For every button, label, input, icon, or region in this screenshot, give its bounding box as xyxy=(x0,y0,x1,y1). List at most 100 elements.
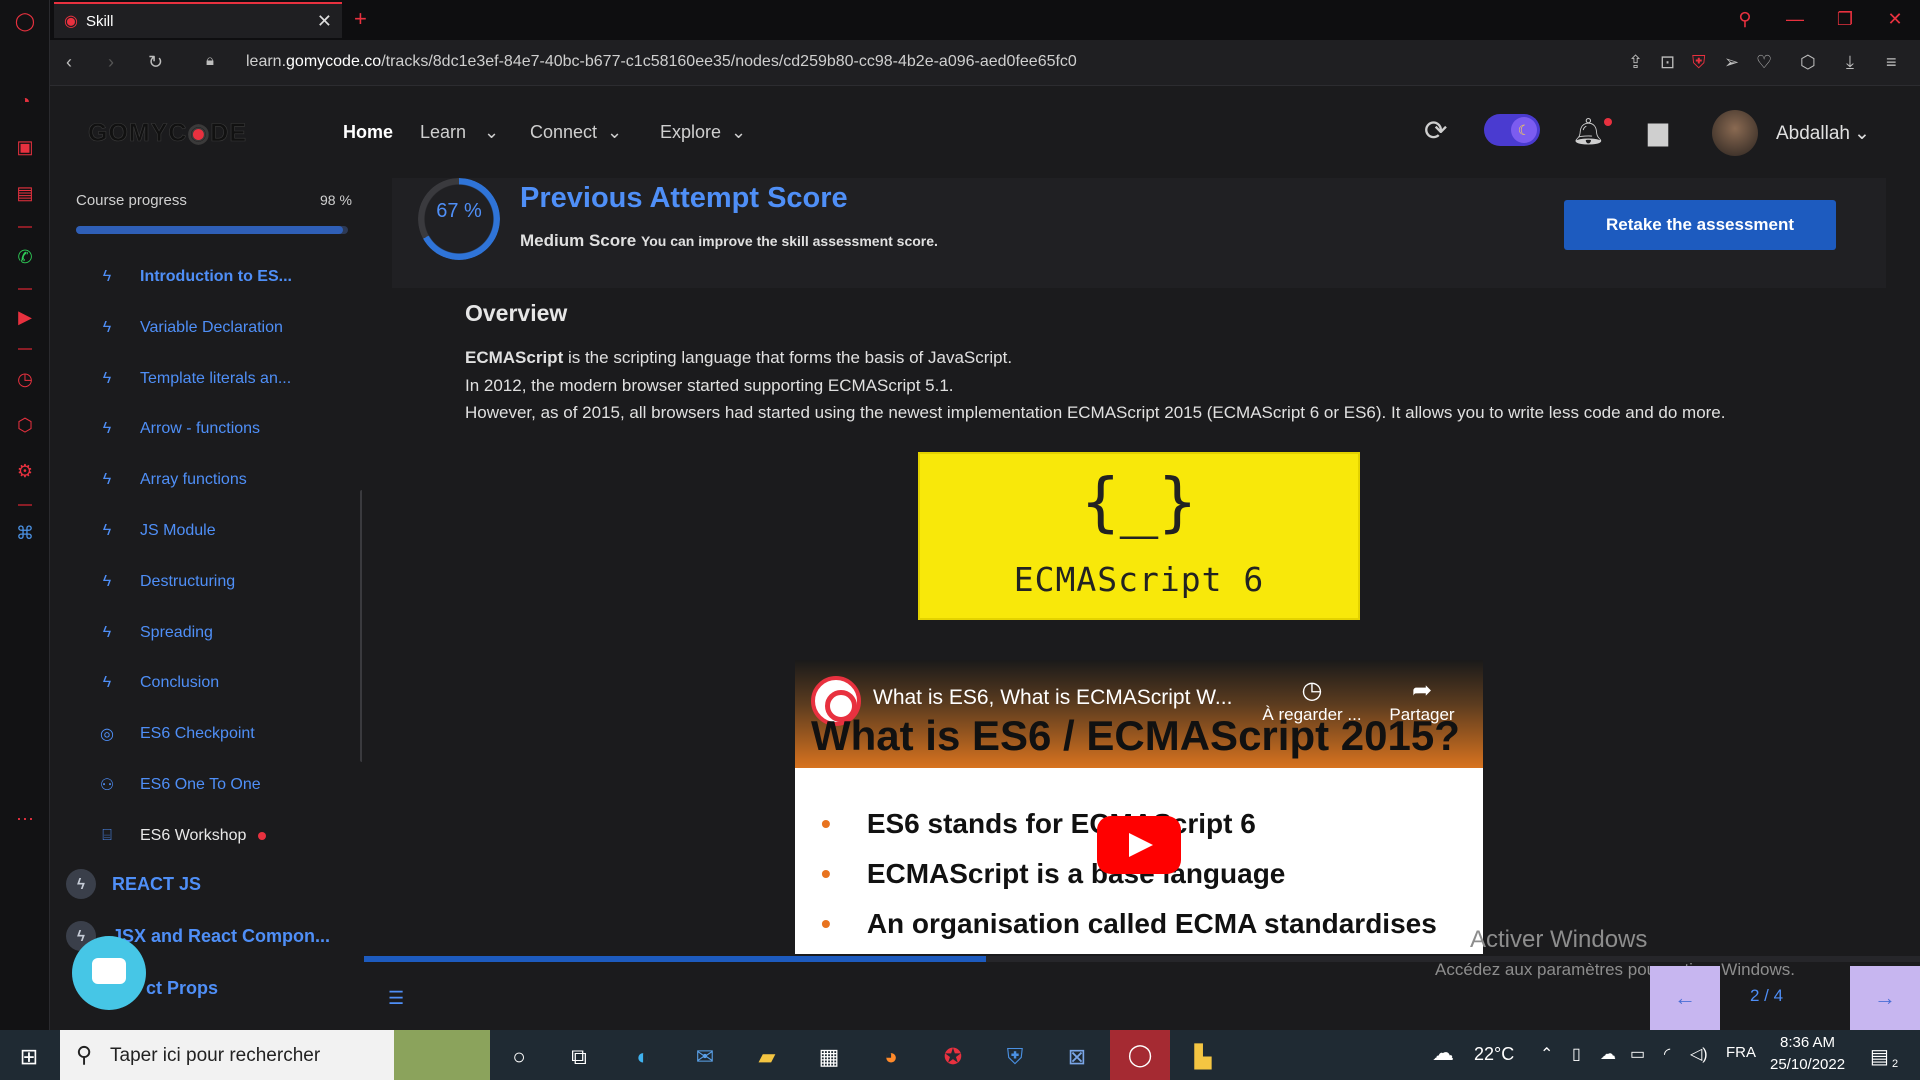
player-icon[interactable]: ▶ xyxy=(12,304,38,330)
sidebar-lesson[interactable]: ϟ Template literals an... xyxy=(96,361,336,397)
translate-icon[interactable]: ⌘ xyxy=(12,520,38,546)
edge-icon[interactable]: ◐ xyxy=(626,1040,660,1074)
weather-temp[interactable]: 22°C xyxy=(1474,1044,1514,1065)
volume-icon[interactable]: ◁) xyxy=(1690,1044,1708,1064)
clock-time[interactable]: 8:36 AM xyxy=(1780,1034,1835,1051)
weather-icon[interactable]: ☁ xyxy=(1432,1040,1454,1066)
notifications-icon[interactable]: ▤ xyxy=(1870,1044,1889,1069)
sidebar-lesson[interactable]: ⚇ ES6 One To One xyxy=(96,767,336,803)
reload-icon[interactable]: ↻ xyxy=(148,52,163,73)
onedrive-icon[interactable]: ☁ xyxy=(1600,1044,1616,1064)
watch-later-button[interactable]: ◷ À regarder ... xyxy=(1257,676,1367,725)
watch-later-label: À regarder ... xyxy=(1262,705,1362,724)
next-page-button[interactable]: → xyxy=(1850,966,1920,1030)
tray-chevron-icon[interactable]: ⌃ xyxy=(1540,1044,1553,1064)
url-field[interactable]: learn.gomycode.co/tracks/8dc1e3ef-84e7-4… xyxy=(246,53,1077,71)
file-explorer-icon[interactable]: ▰ xyxy=(750,1040,784,1074)
share-icon[interactable]: ⇪ xyxy=(1628,52,1643,73)
new-tab-icon[interactable]: + xyxy=(354,6,367,32)
mail-icon[interactable]: ✉ xyxy=(688,1040,722,1074)
retake-assessment-button[interactable]: Retake the assessment xyxy=(1564,200,1836,250)
nav-explore[interactable]: Explore ⌄ xyxy=(660,122,746,143)
store-icon[interactable]: ▦ xyxy=(812,1040,846,1074)
easy-setup-icon[interactable]: ≡ xyxy=(1886,52,1897,73)
minimize-icon[interactable]: — xyxy=(1780,6,1810,32)
close-window-icon[interactable]: ✕ xyxy=(1880,6,1910,32)
overview-line-3: However, as of 2015, all browsers had st… xyxy=(465,403,1726,422)
whatsapp-icon[interactable]: ✆ xyxy=(12,244,38,270)
image-label: ECMAScript 6 xyxy=(1013,560,1265,599)
extensions-icon[interactable]: ⬡ xyxy=(1800,52,1816,73)
more-icon[interactable]: ⋯ xyxy=(12,806,38,832)
sidebar-lesson[interactable]: ϟ JS Module xyxy=(96,513,336,549)
task-view-icon[interactable]: ⧉ xyxy=(562,1040,596,1074)
speed-dial-icon[interactable]: ◔ xyxy=(12,88,38,114)
app-icon[interactable]: ⊠ xyxy=(1060,1040,1094,1074)
overview-line-1: ECMAScript is the scripting language tha… xyxy=(465,348,1012,368)
windows-start-icon[interactable]: ⊞ xyxy=(12,1040,46,1074)
taskbar-search[interactable]: ⚲ Taper ici pour rechercher xyxy=(60,1030,490,1080)
game-app-icon[interactable]: ✪ xyxy=(936,1040,970,1074)
sidebar-lesson[interactable]: ϟ Conclusion xyxy=(96,665,336,701)
firefox-icon[interactable]: ◕ xyxy=(874,1040,908,1074)
table-of-contents-icon[interactable]: ☰ xyxy=(388,988,404,1009)
avatar[interactable] xyxy=(1712,110,1758,156)
chat-widget-button[interactable] xyxy=(72,936,146,1010)
user-menu[interactable]: Abdallah ⌄ xyxy=(1776,122,1870,145)
sidebar-lesson[interactable]: ϟ Spreading xyxy=(96,615,336,651)
clock-date[interactable]: 25/10/2022 xyxy=(1770,1056,1845,1073)
history-icon[interactable]: ◷ xyxy=(12,366,38,392)
nav-learn[interactable]: Learn ⌄ xyxy=(420,122,499,143)
tray-device-icon[interactable]: ▯ xyxy=(1572,1044,1581,1064)
search-tabs-icon[interactable]: ⚲ xyxy=(1730,6,1760,32)
close-tab-icon[interactable]: ✕ xyxy=(317,11,332,32)
share-button[interactable]: ➦ Partager xyxy=(1367,676,1477,725)
send-icon[interactable]: ➢ xyxy=(1724,52,1739,73)
nav-home[interactable]: Home xyxy=(343,122,393,143)
camera-icon[interactable]: ⊡ xyxy=(1660,52,1675,73)
sidebar-lesson[interactable]: ◎ ES6 Checkpoint xyxy=(96,716,336,752)
youtube-play-button[interactable] xyxy=(1097,816,1181,874)
vpn-shield-icon[interactable]: ⛨ xyxy=(998,1040,1032,1074)
module-react-js[interactable]: ϟ REACT JS xyxy=(66,866,201,902)
language-indicator[interactable]: FRA xyxy=(1726,1044,1756,1061)
sidebar-lesson[interactable]: ϟ Introduction to ES... xyxy=(96,259,336,295)
heart-icon[interactable]: ♡ xyxy=(1756,52,1772,73)
messages-icon[interactable]: ▆ xyxy=(1648,116,1668,147)
refresh-icon[interactable]: ⟳ xyxy=(1424,114,1447,147)
twitch-icon[interactable]: ▤ xyxy=(12,180,38,206)
module-props[interactable]: ct Props xyxy=(146,970,218,1006)
previous-page-button[interactable]: ← xyxy=(1650,966,1720,1030)
lock-icon[interactable]: 🔒︎ xyxy=(206,52,214,69)
bolt-icon: ϟ xyxy=(102,369,112,387)
browser-tab[interactable]: ◉ Skill ✕ xyxy=(54,2,342,38)
video-title[interactable]: What is ES6, What is ECMAScript W... xyxy=(873,686,1232,710)
forward-icon[interactable]: › xyxy=(108,52,114,73)
restore-icon[interactable]: ❐ xyxy=(1830,6,1860,32)
download-icon[interactable]: ⤓ xyxy=(1846,52,1854,73)
chevron-down-icon: ⌄ xyxy=(484,122,500,142)
opera-logo-icon[interactable]: ◯ xyxy=(12,8,38,34)
battery-icon[interactable]: ▭ xyxy=(1630,1044,1645,1064)
sidebar-lesson[interactable]: ϟ Arrow - functions xyxy=(96,411,336,447)
sidebar-lesson[interactable]: ⌸ ES6 Workshop xyxy=(96,818,336,854)
cube-icon[interactable]: ⬡ xyxy=(12,412,38,438)
sidebar-lesson[interactable]: ϟ Array functions xyxy=(96,462,336,498)
settings-icon[interactable]: ⚙ xyxy=(12,458,38,484)
shield-icon[interactable]: ⛨ xyxy=(1692,52,1706,73)
module-label: REACT JS xyxy=(112,873,202,894)
wifi-icon[interactable]: ◜ xyxy=(1664,1044,1670,1064)
back-icon[interactable]: ‹ xyxy=(66,52,72,73)
shopping-icon[interactable]: ▣ xyxy=(12,134,38,160)
folder-icon[interactable]: ▙ xyxy=(1186,1040,1220,1074)
sidebar-lesson[interactable]: ϟ Destructuring xyxy=(96,564,336,600)
gomycode-logo[interactable]: GOMYC◉DE xyxy=(88,118,247,148)
dark-mode-toggle[interactable]: ☾ xyxy=(1484,114,1540,146)
nav-connect[interactable]: Connect ⌄ xyxy=(530,122,622,143)
opera-taskbar-icon[interactable]: ◯ xyxy=(1110,1030,1170,1080)
video-bullet: • ECMAScript is a base language xyxy=(821,858,1285,890)
bell-icon[interactable]: 🔔︎ xyxy=(1572,116,1605,147)
sidebar-lesson[interactable]: ϟ Variable Declaration xyxy=(96,310,336,346)
cortana-icon[interactable]: ○ xyxy=(502,1040,536,1074)
video-player[interactable]: What is ES6, What is ECMAScript W... Wha… xyxy=(795,660,1483,954)
